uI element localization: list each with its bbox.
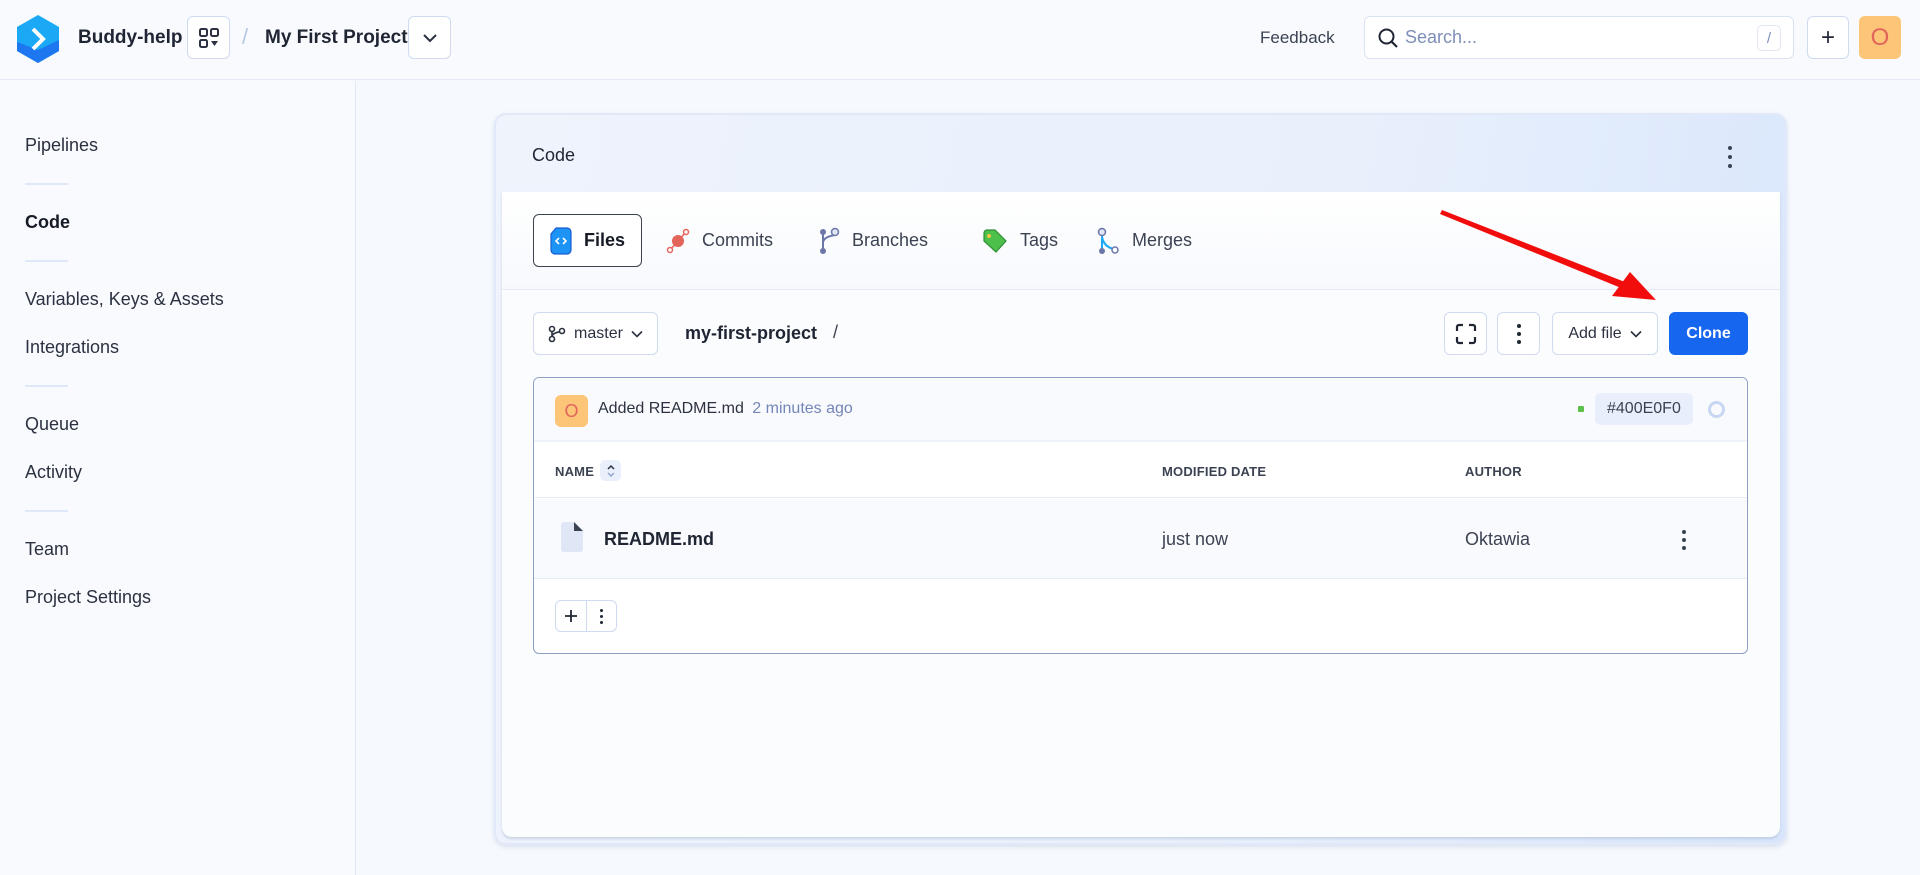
tab-branches[interactable]: Branches	[818, 214, 928, 267]
kebab-dot-icon	[1728, 155, 1732, 159]
create-new-button[interactable]: +	[1807, 16, 1849, 59]
sidebar-item-variables[interactable]: Variables, Keys & Assets	[25, 289, 224, 310]
tab-commits[interactable]: Commits	[666, 214, 773, 267]
breadcrumb-separator: /	[242, 24, 249, 49]
branch-name: master	[574, 324, 623, 342]
merge-icon	[1097, 227, 1119, 254]
path-separator: /	[833, 322, 839, 342]
plus-icon	[564, 610, 577, 622]
sidebar-item-integrations[interactable]: Integrations	[25, 337, 119, 358]
file-modified-date: just now	[1162, 529, 1229, 549]
commit-time: 2 minutes ago	[752, 400, 853, 417]
tab-merges[interactable]: Merges	[1096, 214, 1192, 267]
commit-hash-badge[interactable]: #400E0F0	[1595, 393, 1693, 425]
tab-label: Tags	[1020, 230, 1059, 250]
last-commit-message[interactable]: Added README.md 2 minutes ago	[598, 400, 853, 418]
card-title: Code	[532, 145, 576, 165]
add-file-label: Add file	[1568, 324, 1622, 342]
search-box[interactable]: /	[1364, 16, 1794, 59]
tab-label: Merges	[1132, 230, 1193, 250]
row-actions-button[interactable]	[1674, 527, 1694, 553]
tag-icon	[983, 228, 1007, 253]
add-button[interactable]	[556, 601, 586, 631]
file-name[interactable]: README.md	[604, 529, 714, 550]
sort-icon	[606, 464, 615, 477]
repo-path-link[interactable]: my-first-project	[685, 323, 817, 344]
sidebar-item-pipelines[interactable]: Pipelines	[25, 135, 98, 156]
chevron-down-icon	[1630, 330, 1642, 338]
code-tabs: Files Commits Branches Tags Merges	[502, 192, 1780, 290]
branch-icon	[820, 227, 840, 254]
more-options-button[interactable]	[585, 601, 617, 631]
kebab-icon	[599, 608, 603, 624]
column-header-author[interactable]: AUTHOR	[1465, 464, 1522, 479]
add-file-dropdown[interactable]: Add file	[1552, 312, 1658, 355]
last-commit-bar: O Added README.md 2 minutes ago #400E0F0	[534, 378, 1747, 442]
kebab-dot-icon	[1682, 530, 1686, 534]
workspace-switcher-button[interactable]	[187, 16, 230, 59]
commit-status-indicator	[1578, 406, 1584, 412]
apps-grid-icon	[198, 27, 219, 48]
user-avatar[interactable]: O	[1859, 16, 1901, 59]
file-code-icon	[550, 226, 572, 255]
sidebar-divider	[25, 260, 68, 262]
tab-files[interactable]: Files	[533, 214, 643, 267]
chevron-down-icon	[422, 33, 437, 42]
search-icon	[1378, 28, 1398, 48]
kebab-dot-icon	[1728, 146, 1732, 150]
tab-label: Branches	[852, 230, 929, 250]
branch-selector[interactable]: master	[533, 312, 658, 355]
table-header: NAME MODIFIED DATE AUTHOR	[534, 442, 1747, 498]
tab-label: Commits	[702, 230, 773, 250]
search-shortcut-hint: /	[1757, 25, 1781, 51]
fullscreen-button[interactable]	[1444, 312, 1487, 355]
sidebar-item-code[interactable]: Code	[25, 212, 70, 233]
more-actions-button[interactable]	[1497, 312, 1540, 355]
sidebar-item-queue[interactable]: Queue	[25, 414, 79, 435]
sidebar-item-activity[interactable]: Activity	[25, 462, 82, 483]
project-dropdown-button[interactable]	[408, 16, 451, 59]
kebab-dot-icon	[1728, 164, 1732, 168]
kebab-dot-icon	[1682, 546, 1686, 550]
table-row[interactable]: README.md just now Oktawia	[534, 499, 1747, 579]
project-name[interactable]: My First Project	[265, 27, 408, 49]
sidebar-divider	[25, 510, 68, 512]
commit-icon	[666, 228, 690, 253]
top-bar: Buddy-help / My First Project Feedback /…	[0, 0, 1920, 80]
branch-icon	[548, 325, 566, 342]
fullscreen-icon	[1455, 323, 1476, 344]
sidebar-item-team[interactable]: Team	[25, 539, 69, 560]
sidebar-divider	[25, 385, 68, 387]
org-name[interactable]: Buddy-help	[78, 27, 183, 49]
search-input[interactable]	[1405, 27, 1745, 48]
commit-author-avatar: O	[555, 395, 588, 427]
loading-ring-icon	[1708, 401, 1725, 418]
commit-message: Added README.md	[598, 400, 744, 417]
tab-tags[interactable]: Tags	[982, 214, 1058, 267]
tab-label: Files	[584, 230, 626, 250]
file-author: Oktawia	[1465, 529, 1531, 549]
clone-button[interactable]: Clone	[1669, 312, 1748, 355]
kebab-icon	[1516, 323, 1521, 344]
sidebar-divider	[25, 183, 68, 185]
card-more-menu-button[interactable]	[1719, 143, 1741, 171]
sort-button[interactable]	[600, 460, 621, 481]
kebab-dot-icon	[1682, 538, 1686, 542]
file-actions-group	[555, 600, 617, 632]
plus-icon: +	[1820, 23, 1835, 51]
chevron-down-icon	[631, 330, 643, 338]
sidebar-item-project-settings[interactable]: Project Settings	[25, 587, 151, 608]
feedback-link[interactable]: Feedback	[1260, 28, 1335, 48]
sidebar: Pipelines Code Variables, Keys & Assets …	[0, 81, 356, 875]
column-header-name[interactable]: NAME	[555, 464, 594, 479]
file-browser: O Added README.md 2 minutes ago #400E0F0…	[533, 377, 1748, 654]
file-icon	[561, 522, 583, 552]
buddy-logo-icon[interactable]	[15, 14, 61, 64]
column-header-modified[interactable]: MODIFIED DATE	[1162, 464, 1266, 479]
